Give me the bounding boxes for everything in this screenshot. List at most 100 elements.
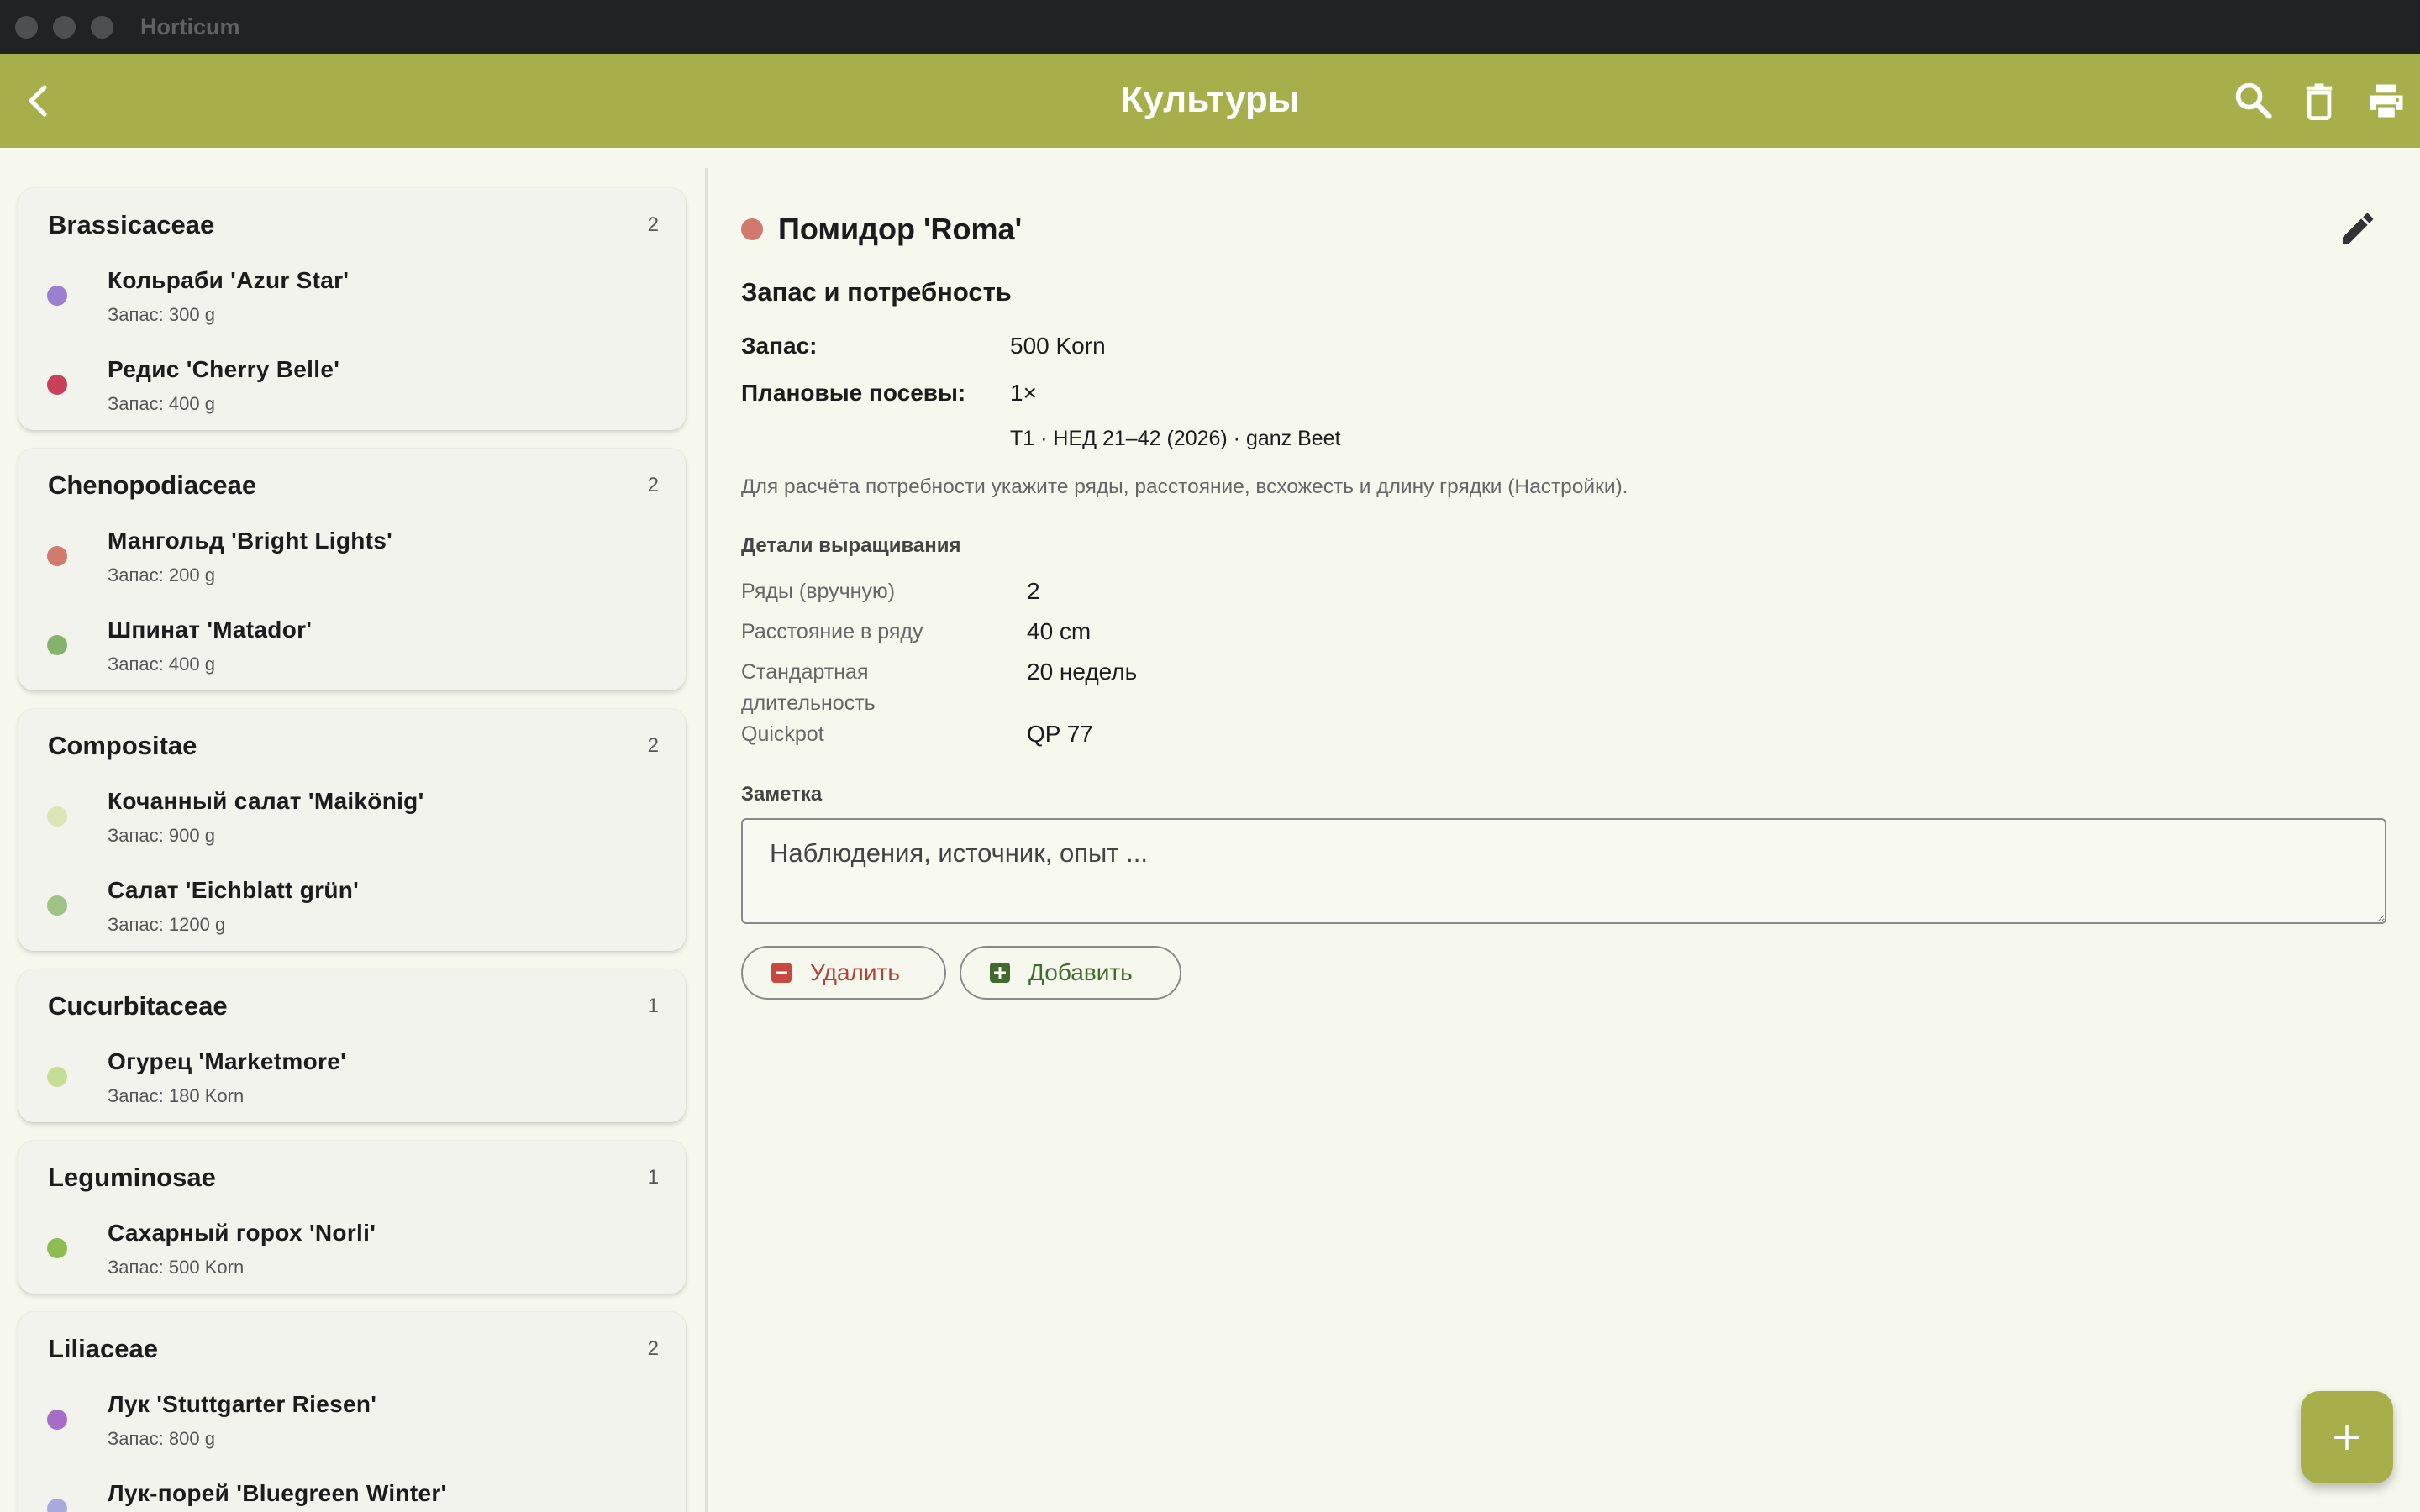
print-button[interactable] (2365, 79, 2408, 123)
app-window: Horticum Культуры Brassicaceae 2 Кольраб… (0, 0, 2420, 1512)
planned-sowings-label: Плановые посевы: (741, 380, 966, 406)
page-title: Культуры (1120, 79, 1300, 120)
family-count: 2 (647, 734, 659, 757)
crop-color-dot (47, 806, 67, 827)
crop-name: Кольраби 'Azur Star' (108, 267, 350, 293)
plus-box-icon (990, 963, 1010, 983)
crop-list-item[interactable]: Кочанный салат 'Maikönig' Запас: 900 g (18, 785, 686, 869)
crop-stock: Запас: 400 g (108, 393, 215, 414)
family-name: Leguminosae (48, 1163, 216, 1192)
trash-icon (2306, 83, 2333, 120)
family-card: Brassicaceae 2 Кольраби 'Azur Star' Запа… (18, 188, 686, 430)
crop-color-dot (47, 895, 67, 916)
stock-section-title: Запас и потребность (741, 277, 1012, 307)
crop-name: Шпинат 'Matador' (108, 617, 313, 643)
demand-hint: Для расчёта потребности укажите ряды, ра… (741, 475, 1628, 498)
crop-list-item[interactable]: Огурец 'Marketmore' Запас: 180 Korn (18, 1045, 686, 1129)
crop-name: Салат 'Eichblatt grün' (108, 877, 360, 903)
crop-list-item[interactable]: Лук-порей 'Bluegreen Winter' (18, 1477, 686, 1512)
family-card: Liliaceae 2 Лук 'Stuttgarter Riesen' Зап… (18, 1312, 686, 1512)
plus-icon (2334, 1425, 2360, 1450)
crop-color-dot (47, 1499, 67, 1512)
rows-value: 2 (1027, 578, 1040, 604)
crop-color-dot (47, 546, 67, 566)
add-sowing-label: Добавить (1028, 959, 1133, 985)
app-bar: Культуры (0, 54, 2420, 148)
family-count: 1 (647, 995, 659, 1017)
crop-name: Лук-порей 'Bluegreen Winter' (108, 1480, 447, 1506)
crop-name: Редис 'Cherry Belle' (108, 356, 340, 382)
stock-value: 500 Korn (1010, 333, 1106, 359)
growing-details-title: Детали выращивания (741, 534, 961, 557)
stock-label: Запас: (741, 333, 818, 359)
delete-sowing-label: Удалить (810, 959, 900, 985)
planned-sowing-entry: T1 · НЕД 21–42 (2026) · ganz Beet (1010, 427, 1341, 450)
family-card: Chenopodiaceae 2 Мангольд 'Bright Lights… (18, 449, 686, 690)
crop-stock: Запас: 500 Korn (108, 1257, 245, 1278)
crop-list-item[interactable]: Мангольд 'Bright Lights' Запас: 200 g (18, 524, 686, 608)
family-name: Brassicaceae (48, 210, 215, 239)
crop-name: Огурец 'Marketmore' (108, 1048, 347, 1074)
edit-button[interactable] (2338, 208, 2378, 249)
crop-color-dot (47, 1410, 67, 1430)
spacing-label: Расстояние в ряду (741, 620, 923, 643)
family-card: Leguminosae 1 Сахарный горох 'Norli' Зап… (18, 1141, 686, 1294)
crop-list-item[interactable]: Редис 'Cherry Belle' Запас: 400 g (18, 353, 686, 437)
note-field[interactable] (741, 818, 2386, 924)
family-name: Liliaceae (48, 1334, 158, 1363)
family-card: Compositae 2 Кочанный салат 'Maikönig' З… (18, 709, 686, 951)
search-button[interactable] (2232, 79, 2275, 123)
crop-stock: Запас: 900 g (108, 825, 215, 846)
family-count: 2 (647, 1337, 659, 1360)
crop-stock: Запас: 800 g (108, 1428, 215, 1449)
crop-list-item[interactable]: Салат 'Eichblatt grün' Запас: 1200 g (18, 874, 686, 958)
crop-stock: Запас: 180 Korn (108, 1085, 245, 1106)
family-count: 2 (647, 474, 659, 496)
add-crop-fab[interactable] (2301, 1391, 2393, 1483)
title-bar: Horticum (0, 0, 2420, 54)
crop-name: Кочанный салат 'Maikönig' (108, 788, 424, 814)
family-name: Cucurbitaceae (48, 991, 228, 1021)
family-name: Compositae (48, 731, 197, 760)
duration-label: Стандартная длительность (741, 660, 876, 715)
close-window-button[interactable] (15, 16, 38, 39)
add-sowing-button[interactable]: Добавить (960, 946, 1181, 1000)
crop-color-dot (47, 286, 67, 306)
crop-stock: Запас: 300 g (108, 304, 215, 325)
crop-stock: Запас: 200 g (108, 564, 215, 585)
crop-color-dot (741, 218, 763, 240)
crop-list-item[interactable]: Сахарный горох 'Norli' Запас: 500 Korn (18, 1216, 686, 1300)
crop-stock: Запас: 400 g (108, 654, 215, 675)
family-count: 1 (647, 1166, 659, 1189)
quickpot-value: QP 77 (1027, 721, 1093, 747)
crop-name: Мангольд 'Bright Lights' (108, 528, 393, 554)
note-label: Заметка (741, 783, 823, 806)
delete-sowing-button[interactable]: Удалить (741, 946, 946, 1000)
crop-color-dot (47, 635, 67, 655)
crop-detail-pane: Помидор 'Roma' Запас и потребность Запас… (708, 148, 2420, 1512)
pencil-icon (2343, 213, 2373, 244)
crop-list-item[interactable]: Кольраби 'Azur Star' Запас: 300 g (18, 264, 686, 348)
minus-box-icon (771, 963, 792, 983)
duration-value: 20 недель (1027, 659, 1138, 685)
crop-list-item[interactable]: Лук 'Stuttgarter Riesen' Запас: 800 g (18, 1388, 686, 1472)
zoom-window-button[interactable] (91, 16, 113, 39)
crop-family-list: Brassicaceae 2 Кольраби 'Azur Star' Запа… (0, 148, 706, 1512)
crop-name: Сахарный горох 'Norli' (108, 1220, 376, 1246)
spacing-value: 40 cm (1027, 618, 1092, 644)
delete-crop-button[interactable] (2297, 79, 2341, 123)
family-count: 2 (647, 213, 659, 236)
rows-label: Ряды (вручную) (741, 580, 896, 603)
quickpot-label: Quickpot (741, 722, 824, 746)
crop-stock: Запас: 1200 g (108, 914, 226, 935)
crop-list-item[interactable]: Шпинат 'Matador' Запас: 400 g (18, 613, 686, 697)
family-name: Chenopodiaceae (48, 470, 257, 500)
family-card: Cucurbitaceae 1 Огурец 'Marketmore' Запа… (18, 969, 686, 1122)
crop-color-dot (47, 375, 67, 395)
print-icon (2370, 84, 2403, 118)
planned-sowings-value: 1× (1010, 380, 1037, 406)
search-icon (2235, 82, 2272, 119)
crop-title: Помидор 'Roma' (778, 212, 1023, 246)
crop-color-dot (47, 1067, 67, 1087)
minimize-window-button[interactable] (53, 16, 76, 39)
